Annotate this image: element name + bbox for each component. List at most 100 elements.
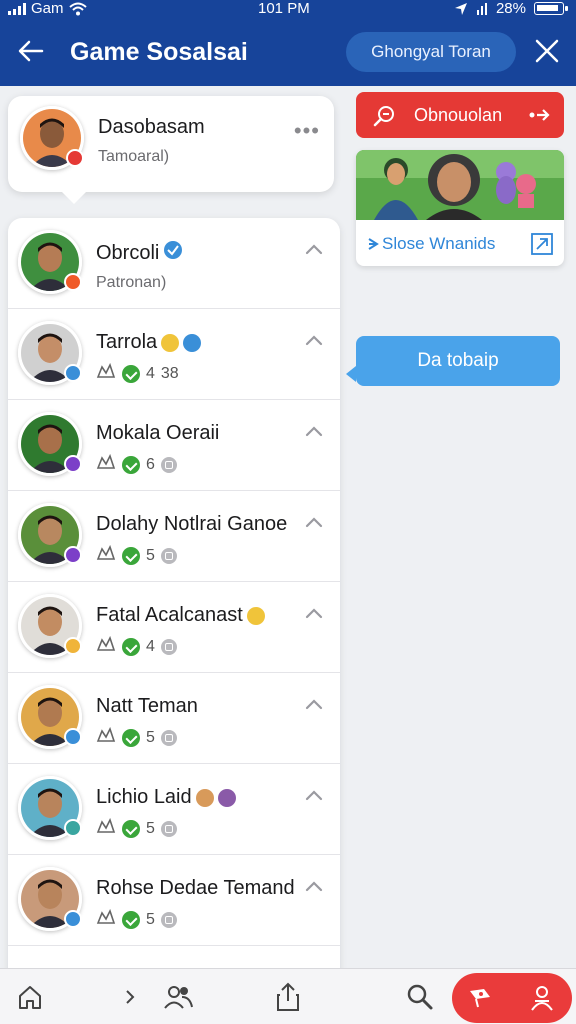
chevron-up-icon[interactable] <box>304 333 324 352</box>
emoji-icon <box>195 788 214 807</box>
tooltip-bubble[interactable]: Da tobaip <box>346 336 560 386</box>
emoji-icon <box>246 606 265 625</box>
list-item[interactable]: Obrcoli Patronan) <box>8 218 340 309</box>
share-button[interactable] <box>270 979 306 1015</box>
forward-nav-button[interactable] <box>112 979 148 1015</box>
home-icon <box>19 986 41 1009</box>
avatar <box>18 594 82 658</box>
profile-card[interactable]: Dasobasam Tamoaral) ••• <box>8 96 334 204</box>
friend-stats: 6 <box>96 453 177 475</box>
red-action-button[interactable]: Obnouolan <box>356 92 564 138</box>
back-button[interactable] <box>16 36 46 66</box>
list-item[interactable]: Fatal Acalcanast 4 <box>8 582 340 673</box>
friend-stats: 4 38 <box>96 362 179 384</box>
chevron-up-icon[interactable] <box>304 697 324 716</box>
promo-link[interactable]: Slose Wnanids <box>366 234 495 254</box>
status-bar: Gam 101 PM 28% <box>0 0 576 18</box>
profile-subtitle: Tamoaral) <box>98 148 170 165</box>
friend-count: 4 <box>146 637 155 655</box>
location-icon <box>454 2 467 15</box>
friend-stats: 5 <box>96 817 177 839</box>
emoji-icon <box>217 788 236 807</box>
status-time: 101 PM <box>258 0 310 17</box>
friend-count: 5 <box>146 910 155 928</box>
friend-stats: 5 <box>96 544 177 566</box>
close-icon <box>535 39 559 63</box>
close-button[interactable] <box>532 36 562 66</box>
promo-image <box>356 150 564 220</box>
status-right: 28% <box>454 0 568 17</box>
friend-stats: 5 <box>96 726 177 748</box>
forward-icon <box>529 109 550 121</box>
action-pill <box>452 973 572 1023</box>
wifi-icon <box>68 2 87 15</box>
chevron-up-icon[interactable] <box>304 788 324 807</box>
avatar <box>18 230 82 294</box>
carrier-label: Gam <box>31 0 64 17</box>
list-item[interactable]: Natt Teman 5 <box>8 673 340 764</box>
friend-name-text: Lichio Laid <box>96 786 192 808</box>
friends-nav-button[interactable] <box>160 979 196 1015</box>
bottom-nav <box>0 968 576 1024</box>
friend-name: Dolahy Notlrai Ganoe <box>96 513 287 536</box>
list-item[interactable]: Mokala Oeraii 6 <box>8 400 340 491</box>
external-link-icon[interactable] <box>530 232 554 256</box>
status-icon <box>160 456 177 473</box>
list-item[interactable]: Lichio Laid 5 <box>8 764 340 855</box>
list-item[interactable]: Rohse Dedae Temand 5 <box>8 855 340 946</box>
online-icon <box>122 546 140 565</box>
chevron-up-icon[interactable] <box>304 606 324 625</box>
red-action-label: Obnouolan <box>414 105 503 125</box>
friend-name-text: Natt Teman <box>96 695 198 717</box>
presence-badge <box>64 637 82 655</box>
friend-stats: 4 <box>96 635 177 657</box>
presence-badge <box>64 728 82 746</box>
emoji-icon <box>183 333 202 352</box>
emoji-icon <box>161 333 180 352</box>
friend-stats: 5 <box>96 908 177 930</box>
header-pill-button[interactable]: Ghongyal Toran <box>346 32 516 72</box>
game-icon <box>96 635 116 657</box>
presence-badge <box>64 546 82 564</box>
friend-name: Mokala Oeraii <box>96 422 219 445</box>
friend-name: Natt Teman <box>96 695 198 718</box>
chevron-up-icon[interactable] <box>304 242 324 261</box>
status-icon <box>160 547 177 564</box>
game-icon <box>96 726 116 748</box>
game-icon <box>96 453 116 475</box>
chevron-up-icon[interactable] <box>304 515 324 534</box>
presence-badge <box>64 364 82 382</box>
chevron-up-icon[interactable] <box>304 424 324 443</box>
share-icon <box>277 982 299 1011</box>
online-icon <box>122 819 140 838</box>
status-icon <box>160 638 177 655</box>
search-button[interactable] <box>402 979 438 1015</box>
friend-count: 5 <box>146 819 155 837</box>
promo-card[interactable]: Slose Wnanids <box>356 150 564 266</box>
flag-button[interactable] <box>462 980 498 1016</box>
friend-name-text: Obrcoli <box>96 241 160 264</box>
battery-percent: 28% <box>495 0 526 17</box>
game-icon <box>96 817 116 839</box>
online-icon <box>122 910 140 929</box>
friend-name-text: Rohse Dedae Temand <box>96 877 295 899</box>
presence-badge <box>64 819 82 837</box>
verified-icon <box>163 240 183 266</box>
list-item[interactable]: Tarrola 4 38 <box>8 309 340 400</box>
search-icon <box>407 984 433 1010</box>
avatar <box>18 412 82 476</box>
more-options-icon[interactable]: ••• <box>294 118 320 144</box>
profile-button[interactable] <box>524 980 560 1016</box>
home-button[interactable] <box>12 979 48 1015</box>
presence-badge <box>64 455 82 473</box>
avatar <box>18 685 82 749</box>
page-title: Game Sosalsai <box>70 38 248 66</box>
chevron-up-icon[interactable] <box>304 879 324 898</box>
flag-icon <box>470 989 490 1008</box>
online-icon <box>122 637 140 656</box>
friends-list: Obrcoli Patronan) Tarrola 4 38 Mokala Oeraii 6… <box>8 218 340 978</box>
user-icon <box>531 986 553 1011</box>
friend-count: 4 <box>146 364 155 382</box>
list-item[interactable]: Dolahy Notlrai Ganoe 5 <box>8 491 340 582</box>
game-icon <box>96 908 116 930</box>
